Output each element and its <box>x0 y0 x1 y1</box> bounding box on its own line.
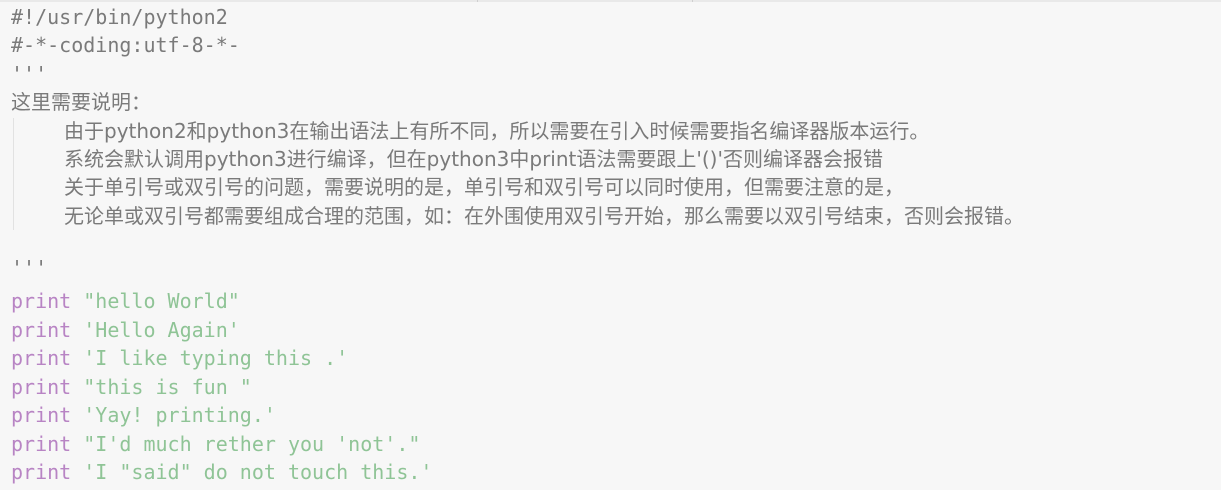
print-keyword: print <box>11 318 72 342</box>
string-literal: "hello World" <box>83 289 240 313</box>
coding-line: #-*-coding:utf-8-*- <box>11 33 240 57</box>
docstring-line: 无论单或双引号都需要组成合理的范围，如：在外围使用双引号开始，那么需要以双引号结… <box>64 204 1024 228</box>
print-keyword: print <box>11 289 72 313</box>
string-literal: "I'd much rether you 'not'." <box>83 432 421 456</box>
string-literal: 'I "said" do not touch this.' <box>83 460 433 484</box>
docstring-line: 系统会默认调用python3进行编译，但在python3中print语法需要跟上… <box>64 147 883 171</box>
print-statement: print 'I like typing this .' <box>11 344 348 372</box>
docstring-close: ''' <box>11 256 48 280</box>
string-literal: 'I like typing this .' <box>83 346 349 370</box>
print-keyword: print <box>11 403 72 427</box>
print-keyword: print <box>11 432 72 456</box>
string-literal: 'Yay! printing.' <box>83 403 276 427</box>
shebang-line: #!/usr/bin/python2 <box>11 5 228 29</box>
print-statement: print 'Hello Again' <box>11 316 240 344</box>
print-keyword: print <box>11 460 72 484</box>
string-literal: "this is fun " <box>83 375 252 399</box>
indent-guide <box>13 118 14 230</box>
docstring-line: 关于单引号或双引号的问题，需要说明的是，单引号和双引号可以同时使用，但需要注意的… <box>64 175 904 199</box>
print-statement: print 'I "said" do not touch this.' <box>11 458 432 486</box>
docstring-open: ''' <box>11 62 48 86</box>
print-statement: print "I'd much rether you 'not'." <box>11 430 420 458</box>
code-editor[interactable]: #!/usr/bin/python2 #-*-coding:utf-8-*- '… <box>0 0 1221 490</box>
print-keyword: print <box>11 346 72 370</box>
print-statement: print "hello World" <box>11 287 240 315</box>
docstring-line: 由于python2和python3在输出语法上有所不同，所以需要在引入时候需要指… <box>64 119 930 143</box>
docstring-heading: 这里需要说明： <box>11 90 151 114</box>
print-statement: print 'Yay! printing.' <box>11 401 276 429</box>
print-statement: print "this is fun " <box>11 373 252 401</box>
print-keyword: print <box>11 375 72 399</box>
string-literal: 'Hello Again' <box>83 318 240 342</box>
